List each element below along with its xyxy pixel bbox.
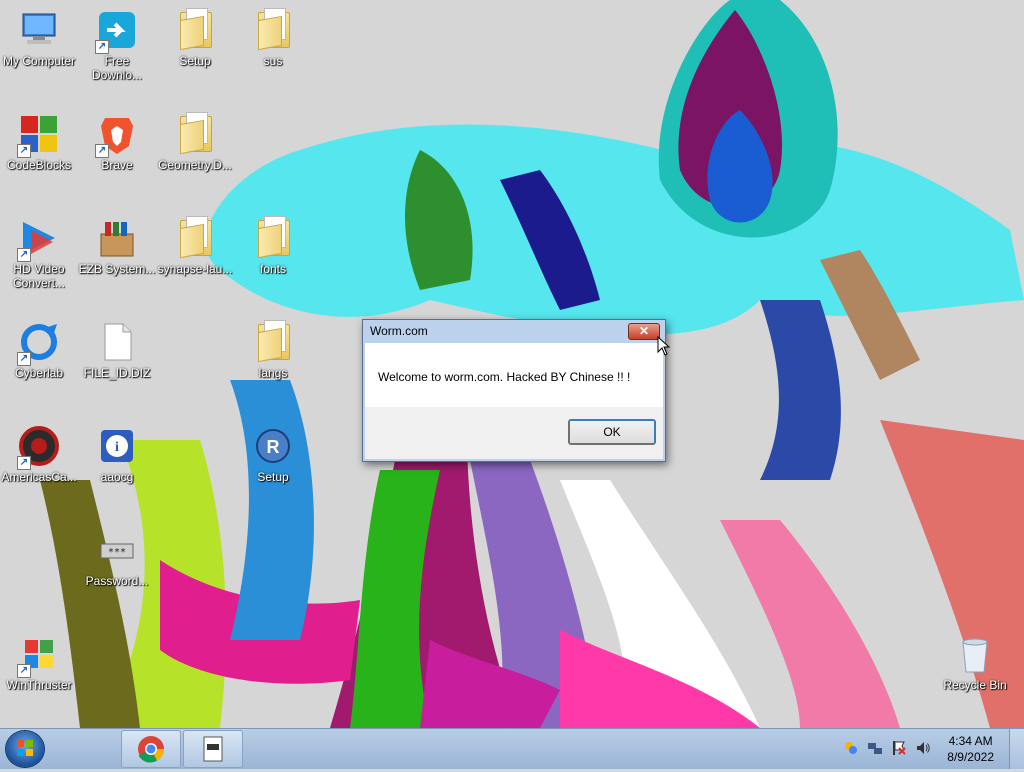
desktop-icon-winthruster[interactable]: ↗ WinThruster xyxy=(0,626,78,692)
svg-text:R: R xyxy=(267,437,280,457)
network-agent-icon[interactable] xyxy=(843,740,859,756)
shortcut-arrow-icon: ↗ xyxy=(95,40,109,54)
codeblocks-icon: ↗ xyxy=(17,112,61,158)
desktop-icon-label: Brave xyxy=(101,158,133,172)
shortcut-arrow-icon: ↗ xyxy=(17,248,31,262)
video-convert-icon: ↗ xyxy=(17,216,61,262)
folder-icon xyxy=(251,8,295,52)
dialog-title: Worm.com xyxy=(370,324,428,338)
windows-logo-icon[interactable] xyxy=(6,731,44,767)
ok-button[interactable]: OK xyxy=(568,419,656,445)
desktop-icon-my-computer[interactable]: My Computer xyxy=(0,2,78,68)
close-icon[interactable]: ✕ xyxy=(628,323,660,340)
desktop-icon-synapse-launcher[interactable]: synapse-lau... xyxy=(156,210,234,276)
taskbar: 4:34 AM 8/9/2022 xyxy=(0,728,1024,769)
desktop-icon-label: CodeBlocks xyxy=(6,158,72,172)
shortcut-arrow-icon: ↗ xyxy=(95,144,109,158)
folder-icon xyxy=(173,8,217,52)
volume-icon[interactable] xyxy=(915,740,931,756)
network-icon[interactable] xyxy=(867,740,883,756)
desktop-icon-cyberlab[interactable]: ↗ Cyberlab xyxy=(0,314,78,380)
desktop-icon-setup-folder[interactable]: Setup xyxy=(156,2,234,68)
desktop-icon-label: Setup xyxy=(257,470,289,484)
action-center-icon[interactable] xyxy=(891,740,907,756)
desktop-icon-label: aaocg xyxy=(100,470,134,484)
desktop-icon-label: AmericasCa... xyxy=(1,470,77,484)
desktop-icon-brave[interactable]: ↗ Brave xyxy=(78,106,156,172)
svg-text:i: i xyxy=(115,440,119,455)
recycle-bin-icon xyxy=(953,632,997,676)
desktop-icon-label: FILE_ID.DIZ xyxy=(83,366,151,380)
system-clock[interactable]: 4:34 AM 8/9/2022 xyxy=(947,733,994,765)
desktop-icon-label: langs xyxy=(258,366,288,380)
desktop-icon-ezb-system[interactable]: EZB System... xyxy=(78,210,156,276)
desktop-icon-label: Free Downlo... xyxy=(91,54,143,82)
folder-icon xyxy=(251,320,295,364)
shortcut-arrow-icon: ↗ xyxy=(17,456,31,470)
desktop-icon-label: Setup xyxy=(179,54,211,68)
message-dialog: Worm.com ✕ Welcome to worm.com. Hacked B… xyxy=(362,319,666,462)
file-icon xyxy=(95,320,139,364)
taskbar-chrome-button[interactable] xyxy=(121,730,181,768)
desktop-icon-recycle-bin[interactable]: Recycle Bin xyxy=(936,626,1014,692)
shortcut-arrow-icon: ↗ xyxy=(17,352,31,366)
chrome-icon xyxy=(138,736,165,763)
folder-icon xyxy=(173,216,217,260)
folder-icon xyxy=(251,216,295,260)
app-window-icon xyxy=(203,736,223,762)
desktop-icon-setup-r[interactable]: R Setup xyxy=(234,418,312,484)
shortcut-arrow-icon: ↗ xyxy=(17,664,31,678)
desktop-icon-file-id-diz[interactable]: FILE_ID.DIZ xyxy=(78,314,156,380)
desktop-icon-label: Recycle Bin xyxy=(943,678,1007,692)
desktop-icon-label: synapse-lau... xyxy=(157,262,233,276)
desktop-icon-label: Password... xyxy=(85,574,149,588)
desktop-icon-label: Geometry.D... xyxy=(158,158,232,172)
desktop-icon-americas-cardroom[interactable]: ↗ AmericasCa... xyxy=(0,418,78,484)
desktop-icon-label: EZB System... xyxy=(78,262,156,276)
desktop-icon-free-download[interactable]: ↗ Free Downlo... xyxy=(78,2,156,82)
desktop-icon-sus[interactable]: sus xyxy=(234,2,312,68)
desktop-icon-fonts[interactable]: fonts xyxy=(234,210,312,276)
dialog-body: Welcome to worm.com. Hacked BY Chinese !… xyxy=(365,343,663,459)
installer-box-icon xyxy=(95,216,139,260)
desktop-icon-label: fonts xyxy=(259,262,286,276)
desktop-icon-label: HD Video Convert... xyxy=(12,262,66,290)
desktop-icon-aaocg[interactable]: i aaocg xyxy=(78,418,156,484)
desktop-icon-label: Cyberlab xyxy=(14,366,64,380)
download-icon: ↗ xyxy=(95,8,139,54)
computer-icon xyxy=(17,8,61,52)
mouse-cursor-icon xyxy=(657,336,671,356)
clock-date: 8/9/2022 xyxy=(947,750,994,764)
shortcut-arrow-icon: ↗ xyxy=(17,144,31,158)
winthruster-icon: ↗ xyxy=(17,632,61,678)
setup-r-icon: R xyxy=(251,424,295,468)
desktop-icon-label: My Computer xyxy=(2,54,76,68)
password-icon: *** xyxy=(95,528,139,572)
brave-icon: ↗ xyxy=(95,112,139,158)
desktop-icon-codeblocks[interactable]: ↗ CodeBlocks xyxy=(0,106,78,172)
taskbar-app-button[interactable] xyxy=(183,730,243,768)
desktop-icon-password[interactable]: *** Password... xyxy=(78,522,156,588)
desktop-icon-label: sus xyxy=(263,54,283,68)
svg-text:***: *** xyxy=(108,547,126,558)
dialog-message: Welcome to worm.com. Hacked BY Chinese !… xyxy=(378,370,631,384)
desktop-icon-hd-video-converter[interactable]: ↗ HD Video Convert... xyxy=(0,210,78,290)
desktop-icon-geometry-dash[interactable]: Geometry.D... xyxy=(156,106,234,172)
desktop-icon-langs[interactable]: langs xyxy=(234,314,312,380)
info-icon: i xyxy=(95,424,139,468)
clock-time: 4:34 AM xyxy=(948,734,993,748)
casino-chip-icon: ↗ xyxy=(17,424,61,470)
cyberlab-icon: ↗ xyxy=(17,320,61,366)
folder-icon xyxy=(173,112,217,156)
desktop-icon-label: WinThruster xyxy=(6,678,72,692)
show-desktop-button[interactable] xyxy=(1009,729,1024,769)
